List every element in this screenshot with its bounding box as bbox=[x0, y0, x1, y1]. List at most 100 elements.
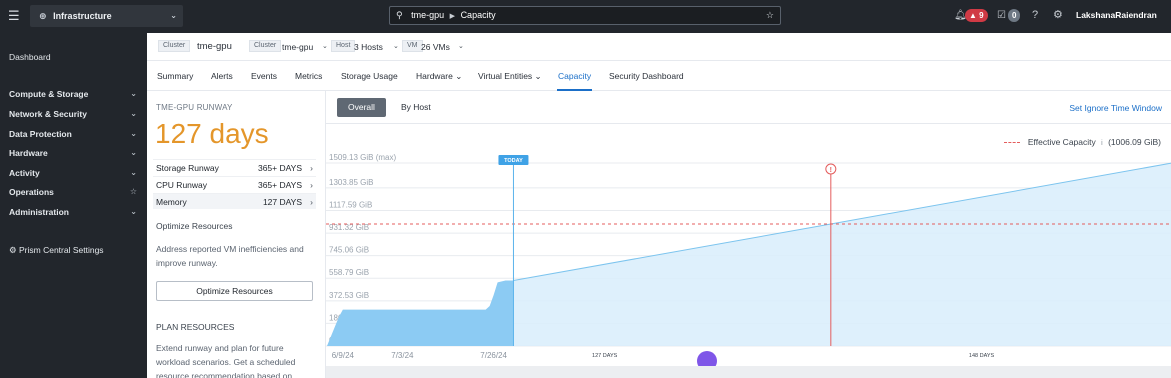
chevron-down-icon: ⌄ bbox=[130, 148, 137, 157]
chevron-down-icon[interactable]: ⌄ bbox=[322, 42, 328, 50]
y-tick-label: 1509.13 GiB (max) bbox=[329, 153, 396, 162]
sidebar-item-administration[interactable]: Administration ⌄ bbox=[9, 206, 137, 218]
runway-row-value: 127 DAYS bbox=[262, 197, 302, 207]
optimize-title: Optimize Resources bbox=[156, 221, 233, 231]
runway-row-memory[interactable]: Memory 127 DAYS › bbox=[153, 193, 316, 209]
y-tick-label: 372.53 GiB bbox=[329, 291, 369, 300]
chevron-down-icon: ⌄ bbox=[130, 129, 137, 138]
chevron-right-icon: › bbox=[310, 197, 313, 207]
chevron-down-icon: ⌄ bbox=[130, 89, 137, 98]
runway-row-cpu[interactable]: CPU Runway 365+ DAYS › bbox=[153, 176, 316, 192]
sidebar-item-activity[interactable]: Activity ⌄ bbox=[9, 167, 137, 179]
sidebar-item-label: Network & Security bbox=[9, 109, 87, 119]
runway-127-label: 127 DAYS bbox=[592, 353, 618, 359]
runway-row-value: 365+ DAYS bbox=[257, 163, 302, 173]
runway-row-storage[interactable]: Storage Runway 365+ DAYS › bbox=[153, 159, 316, 175]
sidebar-item-operations[interactable]: Operations ☆ bbox=[9, 186, 137, 198]
tab-virtual-entities[interactable]: Virtual Entities ⌄ bbox=[478, 71, 542, 82]
sidebar-item-label: Data Protection bbox=[9, 129, 72, 139]
task-count-badge[interactable]: 0 bbox=[1008, 9, 1021, 22]
sidebar-item-label: Administration bbox=[9, 207, 69, 217]
y-tick-label: 1117.59 GiB bbox=[329, 200, 372, 209]
sidebar-item-prism-central-settings[interactable]: ⚙ Prism Central Settings bbox=[9, 244, 137, 256]
sidebar-item-label: Activity bbox=[9, 168, 40, 178]
sidebar-item-network-security[interactable]: Network & Security ⌄ bbox=[9, 108, 137, 120]
chevron-right-icon: › bbox=[310, 180, 313, 190]
top-navigation-bar: ☰ ⊕ Infrastructure ⌄ ⚲ tme-gpu ▶ Capacit… bbox=[0, 0, 1171, 33]
user-menu[interactable]: LakshanaRaiendran bbox=[1076, 10, 1157, 20]
tab-capacity[interactable]: Capacity bbox=[558, 71, 591, 81]
chevron-down-icon: ⌄ bbox=[130, 168, 137, 177]
runway-panel: TME-GPU RUNWAY 127 days Storage Runway 3… bbox=[147, 91, 325, 378]
tab-metrics[interactable]: Metrics bbox=[295, 71, 322, 81]
runway-title: TME-GPU RUNWAY bbox=[156, 103, 233, 112]
hamburger-menu-icon[interactable]: ☰ bbox=[8, 9, 20, 22]
runway-148-label: 148 DAYS bbox=[969, 353, 995, 359]
search-icon: ⚲ bbox=[396, 10, 403, 20]
host-tag: Host bbox=[331, 40, 356, 52]
x-tick-label: 7/26/24 bbox=[480, 351, 507, 360]
sidebar-item-label: Prism Central Settings bbox=[19, 245, 104, 255]
cluster-name: tme-gpu bbox=[197, 41, 232, 52]
chevron-down-icon[interactable]: ⌄ bbox=[458, 42, 464, 50]
chevron-down-icon[interactable]: ⌄ bbox=[393, 42, 399, 50]
sidebar-item-hardware[interactable]: Hardware ⌄ bbox=[9, 147, 137, 159]
cluster-tag: Cluster bbox=[158, 40, 191, 52]
chevron-down-icon: ⌄ bbox=[170, 11, 177, 20]
sidebar-item-label: Dashboard bbox=[9, 52, 51, 62]
cluster-selector-tag: Cluster bbox=[249, 40, 282, 52]
runway-row-label: CPU Runway bbox=[156, 180, 208, 190]
alert-count: 9 bbox=[979, 11, 984, 20]
y-tick-label: 558.79 GiB bbox=[329, 268, 369, 277]
tab-storage-usage[interactable]: Storage Usage bbox=[341, 71, 398, 81]
help-icon[interactable]: ? bbox=[1032, 9, 1038, 22]
gear-icon[interactable]: ⚙ bbox=[1053, 9, 1063, 22]
sidebar-item-compute-storage[interactable]: Compute & Storage ⌄ bbox=[9, 88, 137, 100]
runway-days: 127 days bbox=[155, 118, 269, 149]
runway-row-value: 365+ DAYS bbox=[257, 180, 302, 190]
timeline-scrubber[interactable] bbox=[326, 366, 1171, 378]
tab-summary[interactable]: Summary bbox=[157, 71, 193, 81]
tab-bar: Summary Alerts Events Metrics Storage Us… bbox=[147, 61, 1171, 91]
optimize-resources-button[interactable]: Optimize Resources bbox=[156, 281, 313, 301]
chevron-right-icon: › bbox=[310, 163, 313, 173]
plan-resources-description: Extend runway and plan for future worklo… bbox=[156, 343, 296, 378]
tab-alerts[interactable]: Alerts bbox=[211, 71, 233, 81]
main-content: Cluster tme-gpu Cluster tme-gpu ⌄ Host 3… bbox=[147, 33, 1171, 378]
breadcrumb-separator-icon: ▶ bbox=[449, 13, 456, 20]
search-page: Capacity bbox=[460, 10, 496, 20]
chevron-down-icon: ⌄ bbox=[130, 109, 137, 118]
plan-resources-title: PLAN RESOURCES bbox=[156, 322, 235, 332]
chevron-down-icon: ⌄ bbox=[130, 207, 137, 216]
search-cluster: tme-gpu bbox=[411, 10, 445, 20]
sidebar: Dashboard Compute & Storage ⌄ Network & … bbox=[0, 33, 147, 378]
capacity-chart: 1509.13 GiB (max)1303.85 GiB1117.59 GiB9… bbox=[326, 153, 1171, 371]
tasks-icon[interactable]: ☑ bbox=[997, 9, 1006, 22]
tab-events[interactable]: Events bbox=[251, 71, 277, 81]
search-bar[interactable]: ⚲ tme-gpu ▶ Capacity ☆ bbox=[389, 6, 781, 25]
globe-icon: ⊕ bbox=[39, 11, 47, 21]
vm-selector[interactable]: 26 VMs bbox=[421, 42, 450, 52]
app-switcher[interactable]: ⊕ Infrastructure ⌄ bbox=[30, 5, 183, 27]
host-selector[interactable]: 3 Hosts bbox=[354, 42, 383, 52]
sidebar-item-label: Hardware bbox=[9, 148, 48, 158]
entity-context-bar: Cluster tme-gpu Cluster tme-gpu ⌄ Host 3… bbox=[147, 33, 1171, 61]
sidebar-item-data-protection[interactable]: Data Protection ⌄ bbox=[9, 128, 137, 140]
cluster-selector[interactable]: tme-gpu bbox=[282, 42, 313, 52]
x-tick-label: 7/3/24 bbox=[391, 351, 414, 360]
alert-exclamation: ! bbox=[830, 167, 832, 174]
star-icon[interactable]: ☆ bbox=[766, 7, 774, 24]
forecast-area bbox=[513, 163, 1171, 346]
y-tick-label: 1303.85 GiB bbox=[329, 178, 373, 187]
tab-security-dashboard[interactable]: Security Dashboard bbox=[609, 71, 684, 81]
runway-row-label: Storage Runway bbox=[156, 163, 219, 173]
sidebar-item-label: Operations bbox=[9, 187, 54, 197]
vm-tag: VM bbox=[402, 40, 423, 52]
alert-count-badge[interactable]: ▲ 9 bbox=[965, 9, 988, 22]
star-icon[interactable]: ☆ bbox=[130, 186, 137, 198]
tab-hardware[interactable]: Hardware ⌄ bbox=[416, 71, 462, 82]
sidebar-item-dashboard[interactable]: Dashboard bbox=[9, 51, 137, 63]
capacity-chart-panel: Overall By Host Set Ignore Time Window E… bbox=[325, 91, 1171, 378]
x-tick-label: 6/9/24 bbox=[332, 351, 355, 360]
gear-icon: ⚙ bbox=[9, 245, 17, 255]
